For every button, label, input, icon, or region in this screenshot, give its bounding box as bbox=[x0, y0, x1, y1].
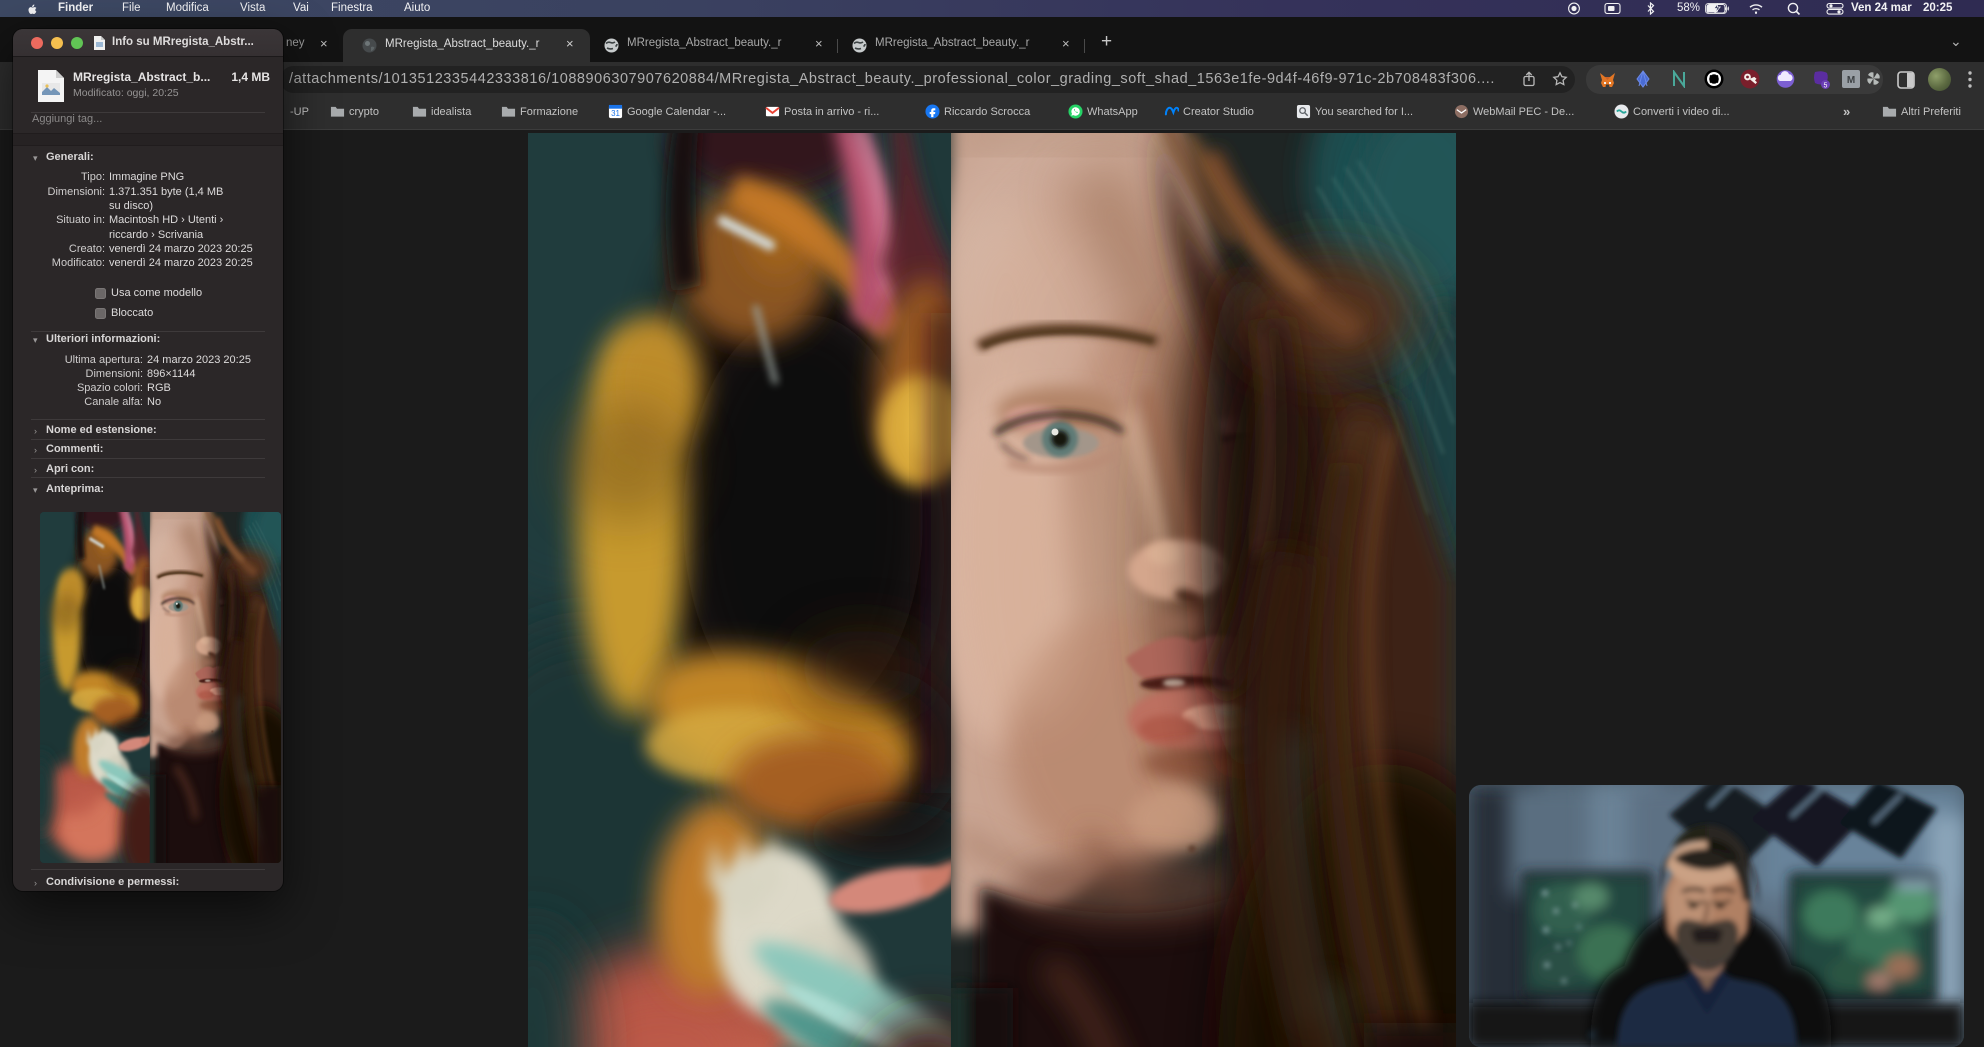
svg-text:M: M bbox=[1847, 75, 1855, 86]
svg-text:5: 5 bbox=[1824, 82, 1828, 89]
svg-text:31: 31 bbox=[611, 109, 620, 118]
